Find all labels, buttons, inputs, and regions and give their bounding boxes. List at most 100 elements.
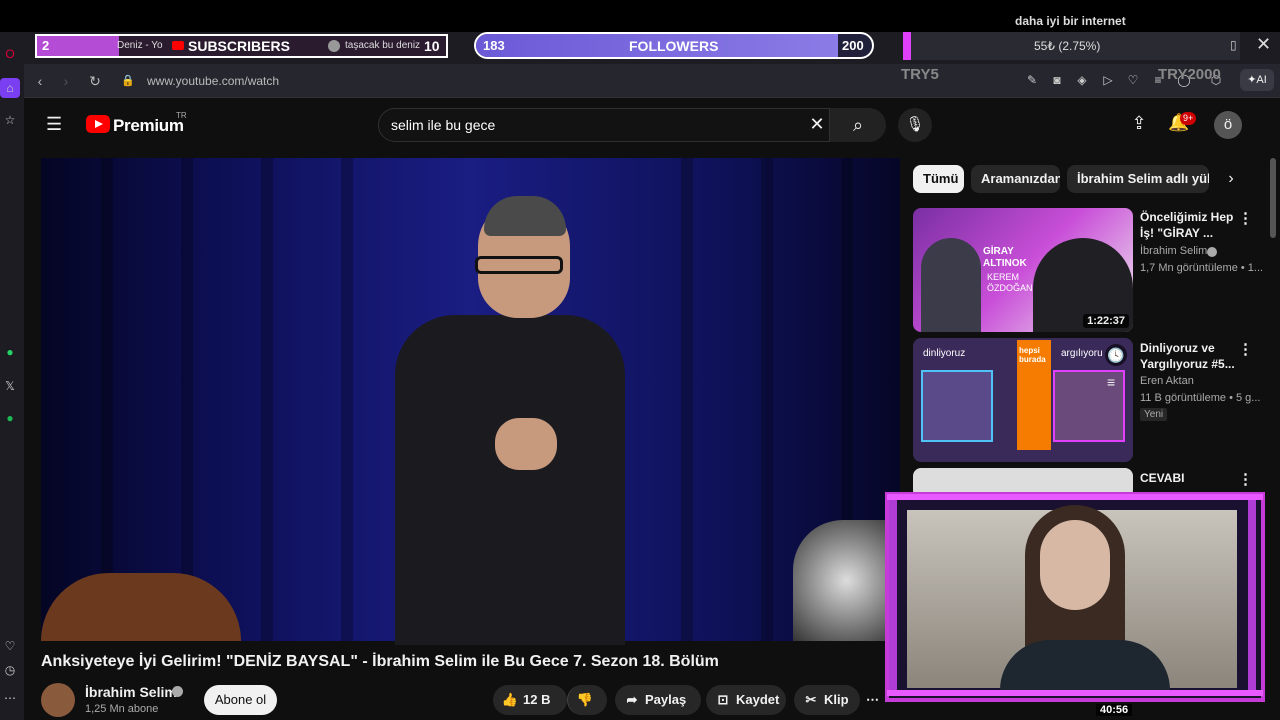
reload-icon[interactable]: ↻ <box>85 71 105 91</box>
clip-button[interactable]: ✂ Klip <box>794 685 860 715</box>
new-badge: Yeni <box>1140 408 1168 421</box>
follower-count: 183 <box>483 38 505 53</box>
heart-icon[interactable]: ♡ <box>0 636 20 656</box>
camera-icon[interactable]: ◙ <box>1049 72 1065 88</box>
recommendation-meta: 1,7 Mn görüntüleme • 1... <box>1140 262 1264 274</box>
ai-button[interactable]: ✦AI <box>1240 69 1274 91</box>
like-button[interactable]: 👍 12 B <box>493 685 567 715</box>
chip-from-search[interactable]: Aramanızdan <box>971 165 1060 193</box>
thumbs-down-icon: 👎 <box>576 692 594 707</box>
curtain-fold <box>681 158 693 641</box>
spotify-icon[interactable]: ● <box>0 408 20 428</box>
verified-icon <box>172 686 183 697</box>
video-title: Anksiyeteye İyi Gelirim! "DENİZ BAYSAL" … <box>41 653 719 670</box>
user-avatar[interactable]: ö <box>1214 111 1242 139</box>
more-options-icon[interactable]: ⋮ <box>1238 340 1253 358</box>
upload-icon[interactable]: ⇪ <box>1128 113 1150 135</box>
save-button[interactable]: ⊡ Kaydet <box>706 685 786 715</box>
scrollbar-thumb[interactable] <box>1270 158 1276 238</box>
curtain-fold <box>261 158 273 641</box>
video-duration: 1:22:37 <box>1083 314 1129 328</box>
host-suit <box>395 315 625 645</box>
home-icon[interactable]: ⌂ <box>0 78 20 98</box>
microphone-icon[interactable]: 🎙 <box>898 108 932 142</box>
pin-icon[interactable]: ☆ <box>0 110 20 130</box>
search-icon[interactable]: ⌕ <box>846 113 870 137</box>
video-duration: 40:56 <box>1096 704 1133 716</box>
back-icon[interactable]: ‹ <box>30 71 50 91</box>
opera-logo-icon[interactable]: O <box>0 44 20 64</box>
dislike-button[interactable]: 👎 <box>567 685 607 715</box>
save-label: Kaydet <box>736 692 780 707</box>
stream-caption: daha iyi bir internet <box>1015 14 1126 28</box>
host-hands <box>495 418 557 470</box>
tab-menu-icon[interactable]: ▯ <box>1230 38 1237 52</box>
chevron-right-icon[interactable]: › <box>1221 169 1241 189</box>
filter-chips: Tümü Aramanızdan İbrahim Selim adlı yükl… <box>913 165 1243 193</box>
bookmark-icon: ⊡ <box>717 692 729 707</box>
thumb-text: ÖZDOĞAN <box>987 283 1033 293</box>
chip-all[interactable]: Tümü <box>913 165 964 193</box>
webcam-border-stripe <box>887 690 1263 696</box>
curtain-fold <box>341 158 353 641</box>
youtube-brand[interactable]: Premium <box>113 116 184 136</box>
close-window-icon[interactable]: ✕ <box>1256 34 1271 55</box>
recommendation-channel[interactable]: Eren Aktan <box>1140 375 1194 387</box>
recommendation-title[interactable]: Dinliyoruz ve Yargılıyoruz #5... <box>1140 340 1236 372</box>
watch-later-icon[interactable]: 🕓 <box>1105 344 1127 366</box>
x-icon[interactable]: 𝕏 <box>0 376 20 396</box>
history-icon[interactable]: ◷ <box>0 660 20 680</box>
subscriber-count: 2 <box>42 38 50 53</box>
more-actions-icon[interactable]: ⋯ <box>866 685 886 715</box>
scissors-icon: ✂ <box>805 692 817 707</box>
thumb-text: KEREM <box>987 272 1020 282</box>
lock-icon: 🔒 <box>121 75 135 87</box>
more-options-icon[interactable]: ⋮ <box>1238 209 1253 227</box>
more-icon[interactable]: ⋯ <box>0 688 20 708</box>
recommendation-title[interactable]: Önceliğimiz Hep İş! "GİRAY ... <box>1140 209 1236 241</box>
more-options-icon[interactable]: ⋮ <box>1238 470 1253 488</box>
donation-marker <box>903 32 911 60</box>
recommendation-thumbnail[interactable]: GİRAY ALTINOK KEREM ÖZDOĞAN 1:22:37 <box>913 208 1133 332</box>
recommendation-thumbnail[interactable]: dinliyoruz hepsi burada argılıyoru 🕓 ≡ <box>913 338 1133 462</box>
channel-avatar[interactable] <box>41 683 75 717</box>
share-button[interactable]: ➦ Paylaş <box>615 685 701 715</box>
chrome-tab-icon <box>328 40 340 52</box>
recommendation-channel[interactable]: İbrahim Selim <box>1140 245 1207 257</box>
favorite-icon[interactable]: ♡ <box>1125 72 1141 88</box>
donation-percent: 55₺ (2.75%) <box>1034 39 1101 53</box>
region-code: TR <box>176 111 187 120</box>
channel-name[interactable]: İbrahim Selim <box>85 684 177 700</box>
recommendation-title[interactable]: CEVABI <box>1140 470 1236 486</box>
search-query[interactable]: selim ile bu gece <box>391 117 495 133</box>
share-label: Paylaş <box>645 692 687 707</box>
url-field[interactable]: www.youtube.com/watch <box>147 74 279 88</box>
whatsapp-icon[interactable]: ● <box>0 342 20 362</box>
ai-label: AI <box>1256 74 1267 86</box>
queue-icon[interactable]: ≡ <box>1107 374 1115 390</box>
thumb-text: GİRAY <box>983 246 1014 257</box>
streamer-body <box>1000 640 1170 690</box>
thumb-text: hepsi burada <box>1019 346 1046 364</box>
edit-icon[interactable]: ✎ <box>1024 72 1040 88</box>
forward-icon[interactable]: › <box>56 71 76 91</box>
thumb-person <box>921 238 981 332</box>
clip-label: Klip <box>824 692 849 707</box>
verified-icon <box>1207 247 1217 257</box>
shield-icon[interactable]: ◈ <box>1074 72 1090 88</box>
opera-sidebar: O ⌂ ☆ ● 𝕏 ● ♡ ◷ ⋯ <box>0 32 24 720</box>
host-glasses <box>475 256 563 274</box>
webcam-border-stripe <box>1248 500 1256 690</box>
donation-try-right: TRY2000 <box>1158 66 1221 83</box>
youtube-logo-icon[interactable] <box>86 115 110 133</box>
webcam-border-stripe <box>889 500 897 690</box>
subscribe-button[interactable]: Abone ol <box>204 685 277 715</box>
youtube-tab-icon <box>172 41 184 50</box>
clear-search-icon[interactable]: ✕ <box>807 114 827 134</box>
thumb-text: ALTINOK <box>983 258 1027 269</box>
chip-uploader[interactable]: İbrahim Selim adlı yükleyic <box>1067 165 1209 193</box>
mini-tab-2: taşacak bu deniz <box>345 40 421 51</box>
play-icon[interactable]: ▷ <box>1100 72 1116 88</box>
curtain-fold <box>101 158 113 641</box>
hamburger-menu-icon[interactable]: ☰ <box>46 114 66 134</box>
